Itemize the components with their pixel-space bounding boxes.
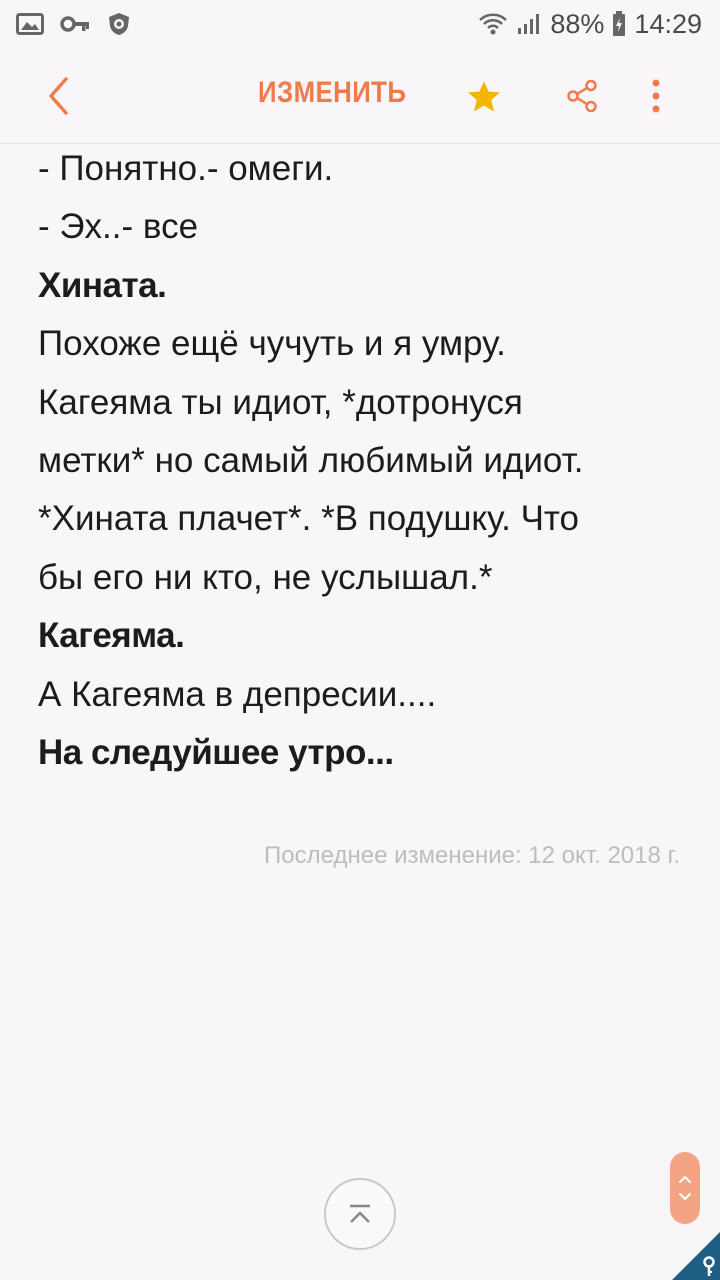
battery-charging-icon — [612, 11, 626, 37]
battery-percent: 88% — [550, 8, 605, 39]
key-badge-icon — [672, 1232, 720, 1280]
note-line: Кагеяма ты идиот, *дотронуся — [38, 382, 523, 422]
status-icons-left — [16, 11, 132, 37]
note-line: метки* но самый любимый идиот. — [38, 441, 584, 481]
note-heading: На следуйшее утро... — [38, 733, 394, 773]
arrow-to-top-icon — [350, 1204, 370, 1223]
last-modified-text: Последнее изменение: 12 окт. 2018 г. — [264, 842, 680, 869]
note-screen: 88% 14:29 ИЗМЕНИТЬ - Понятно.- омеги. - … — [0, 0, 720, 1280]
chevron-left-icon — [49, 77, 68, 115]
star-icon — [468, 81, 500, 112]
note-line: *Хината плачет*. *В подушку. Что — [38, 499, 579, 539]
favorite-button[interactable] — [464, 76, 504, 116]
fast-scroll-handle[interactable] — [670, 1152, 700, 1224]
gallery-icon — [16, 12, 44, 36]
note-body[interactable]: - Понятно.- омеги. - Эх..- все Хината. П… — [38, 140, 688, 782]
more-vertical-icon — [652, 79, 660, 113]
more-options-button[interactable] — [636, 74, 676, 118]
note-line: Похоже ещё чучуть и я умру. — [38, 324, 506, 364]
chevron-up-icon — [679, 1175, 691, 1183]
note-line: бы его ни кто, не услышал.* — [38, 557, 493, 597]
scroll-to-top-button[interactable] — [324, 1178, 396, 1250]
note-toolbar: ИЗМЕНИТЬ — [0, 48, 720, 144]
signal-icon — [516, 12, 542, 36]
status-bar: 88% 14:29 — [0, 0, 720, 48]
chevron-down-icon — [679, 1193, 691, 1201]
share-button[interactable] — [562, 76, 602, 116]
key-icon — [60, 14, 90, 34]
note-line: - Понятно.- омеги. — [38, 149, 334, 188]
back-button[interactable] — [38, 74, 78, 118]
shield-icon — [106, 11, 132, 37]
note-heading: Кагеяма. — [38, 616, 185, 656]
note-line: А Кагеяма в депресии.... — [38, 674, 437, 714]
note-line: - Эх..- все — [38, 207, 199, 247]
note-heading: Хината. — [38, 265, 167, 305]
edit-button[interactable]: ИЗМЕНИТЬ — [258, 76, 406, 116]
status-icons-right: 88% 14:29 — [478, 9, 702, 40]
share-icon — [567, 80, 597, 112]
clock: 14:29 — [634, 8, 702, 39]
wifi-icon — [478, 12, 508, 36]
corner-key-badge[interactable] — [672, 1232, 720, 1280]
